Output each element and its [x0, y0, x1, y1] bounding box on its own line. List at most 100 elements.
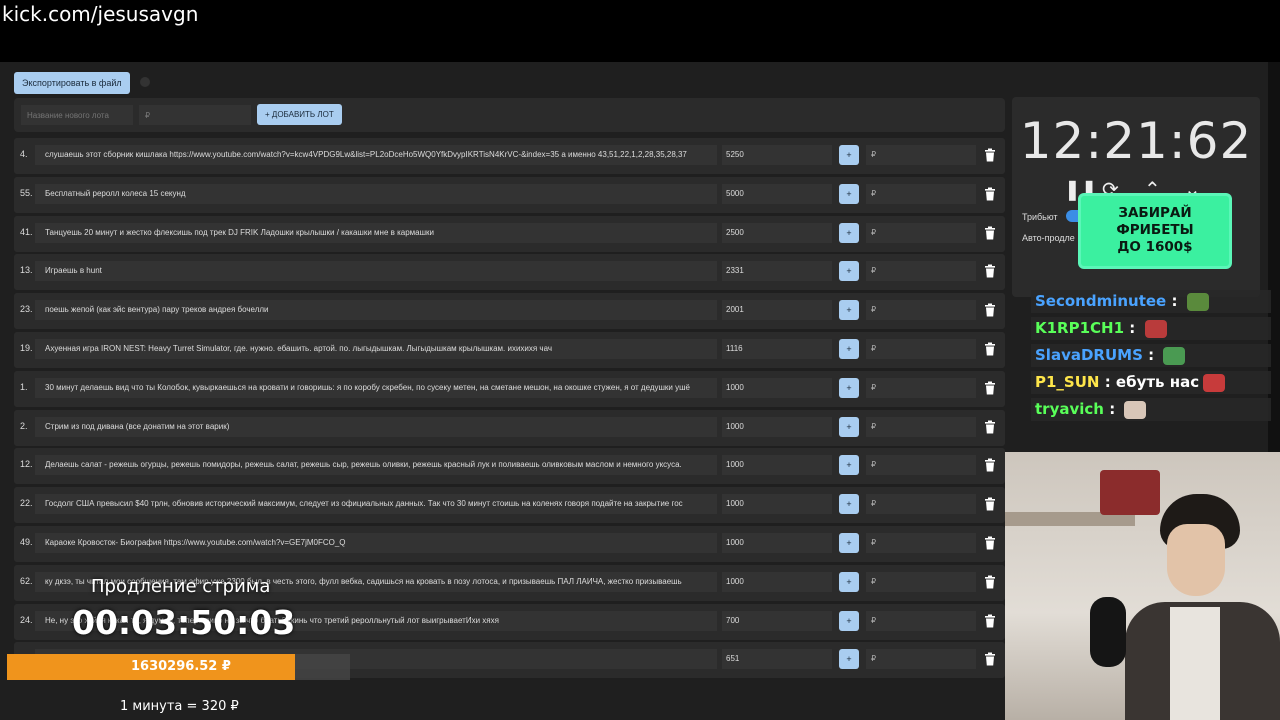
chat-message: SlavaDRUMS :	[1031, 344, 1271, 367]
lot-title-field[interactable]: поешь жепой (как эйс вентура) пару треко…	[35, 300, 717, 321]
trash-icon[interactable]	[984, 148, 996, 162]
add-lot-button[interactable]: + ДОБАВИТЬ ЛОТ	[257, 104, 342, 125]
lot-amount-field[interactable]: 2001	[722, 300, 832, 321]
chat-colon: :	[1099, 373, 1116, 391]
new-lot-price-input[interactable]	[139, 105, 251, 125]
chat-colon: :	[1142, 346, 1160, 364]
lot-row: 23. поешь жепой (как эйс вентура) пару тр…	[14, 293, 1005, 330]
lot-add-amount-button[interactable]: +	[839, 416, 859, 437]
trash-icon[interactable]	[984, 652, 996, 666]
lot-title-field[interactable]: Танцуешь 20 минут и жестко флексишь под …	[35, 222, 717, 243]
trash-icon[interactable]	[984, 575, 996, 589]
lot-donation-input[interactable]: ₽	[866, 377, 976, 398]
lot-amount-field[interactable]: 700	[722, 610, 832, 631]
lot-title-field[interactable]: Играешь в hunt	[35, 261, 717, 282]
lot-add-amount-button[interactable]: +	[839, 261, 859, 282]
lot-add-amount-button[interactable]: +	[839, 338, 859, 359]
donation-total: 1630296.52 ₽	[131, 659, 231, 674]
lot-row: 1. 30 минут делаешь вид что ты Колобок, к…	[14, 370, 1005, 407]
lot-donation-input[interactable]: ₽	[866, 183, 976, 204]
lot-donation-input[interactable]: ₽	[866, 300, 976, 321]
lot-title-field[interactable]: Госдолг США превысил $40 трлн, обновив и…	[35, 494, 717, 515]
trash-icon[interactable]	[984, 226, 996, 240]
new-lot-name-input[interactable]	[21, 105, 133, 125]
donation-progress: 1630296.52 ₽	[7, 654, 350, 680]
lot-amount-field[interactable]: 2331	[722, 261, 832, 282]
lot-donation-input[interactable]: ₽	[866, 494, 976, 515]
lot-row: 41. Танцуешь 20 минут и жестко флексишь п…	[14, 215, 1005, 252]
lot-donation-input[interactable]: ₽	[866, 338, 976, 359]
trash-icon[interactable]	[984, 264, 996, 278]
trash-icon[interactable]	[984, 614, 996, 628]
lot-add-amount-button[interactable]: +	[839, 455, 859, 476]
lot-row: 55. Бесплатный реролл колеса 15 секунд 500…	[14, 176, 1005, 213]
lot-title-field[interactable]: слушаешь этот сборник кишлака https://ww…	[35, 145, 717, 165]
trash-icon[interactable]	[984, 187, 996, 201]
lot-amount-field[interactable]: 1000	[722, 532, 832, 553]
lot-add-amount-button[interactable]: +	[839, 571, 859, 592]
chat-username[interactable]: Secondminutee	[1035, 292, 1166, 310]
autoprod-label: Авто-продле	[1022, 233, 1075, 243]
lot-amount-field[interactable]: 1000	[722, 455, 832, 476]
lot-title-field[interactable]: Делаешь салат - режешь огурцы, режешь по…	[35, 455, 717, 476]
lot-donation-input[interactable]: ₽	[866, 261, 976, 282]
lot-donation-input[interactable]: ₽	[866, 455, 976, 476]
trash-icon[interactable]	[984, 303, 996, 317]
lot-row: 19. Ахуенная игра IRON NEST: Heavy Turret…	[14, 331, 1005, 368]
lot-add-amount-button[interactable]: +	[839, 300, 859, 321]
promo-line-2: ФРИБЕТЫ	[1116, 222, 1194, 238]
lot-amount-field[interactable]: 5000	[722, 183, 832, 204]
lot-donation-input[interactable]: ₽	[866, 610, 976, 631]
lot-donation-input[interactable]: ₽	[866, 571, 976, 592]
lot-add-amount-button[interactable]: +	[839, 532, 859, 553]
trash-icon[interactable]	[984, 420, 996, 434]
chat-message: P1_SUN : ебуть нас	[1031, 371, 1271, 394]
chat-username[interactable]: P1_SUN	[1035, 373, 1099, 391]
lot-amount-field[interactable]: 5250	[722, 145, 832, 165]
emote-icon	[1186, 292, 1209, 311]
timer-display: 12:21:62	[1019, 112, 1253, 170]
trash-icon[interactable]	[984, 458, 996, 472]
export-button[interactable]: Экспортировать в файл	[14, 72, 130, 94]
lot-add-amount-button[interactable]: +	[839, 649, 859, 670]
chat-username[interactable]: tryavich	[1035, 400, 1104, 418]
lot-add-amount-button[interactable]: +	[839, 494, 859, 515]
lot-title-field[interactable]: 30 минут делаешь вид что ты Колобок, кув…	[35, 377, 717, 398]
lot-title-field[interactable]: Ахуенная игра IRON NEST: Heavy Turret Si…	[35, 338, 717, 359]
lot-amount-field[interactable]: 1000	[722, 494, 832, 515]
trash-icon[interactable]	[984, 536, 996, 550]
trash-icon[interactable]	[984, 497, 996, 511]
lot-list: 4. слушаешь этот сборник кишлака https://…	[14, 138, 1005, 681]
lot-add-amount-button[interactable]: +	[839, 610, 859, 631]
lot-donation-input[interactable]: ₽	[866, 222, 976, 243]
lot-donation-input[interactable]: ₽	[866, 532, 976, 553]
lot-amount-field[interactable]: 1000	[722, 416, 832, 437]
lot-add-amount-button[interactable]: +	[839, 377, 859, 398]
lot-donation-input[interactable]: ₽	[866, 649, 976, 670]
chat-username[interactable]: SlavaDRUMS	[1035, 346, 1143, 364]
trash-icon[interactable]	[984, 381, 996, 395]
chat-text: ебуть нас	[1115, 373, 1200, 391]
lot-add-amount-button[interactable]: +	[839, 183, 859, 204]
lot-add-amount-button[interactable]: +	[839, 145, 859, 165]
lot-amount-field[interactable]: 1000	[722, 571, 832, 592]
lot-row: 13. Играешь в hunt 2331 + ₽	[14, 254, 1005, 291]
lot-title-field[interactable]: Караоке Кровосток- Биография https://www…	[35, 532, 717, 553]
promo-banner[interactable]: ЗАБИРАЙ ФРИБЕТЫ ДО 1600$	[1081, 196, 1229, 266]
chat-username[interactable]: K1RP1CH1	[1035, 319, 1124, 337]
lot-amount-field[interactable]: 1116	[722, 338, 832, 359]
lot-donation-input[interactable]: ₽	[866, 145, 976, 165]
promo-line-3: ДО 1600$	[1117, 239, 1193, 255]
extension-label: Продление стрима	[91, 576, 271, 597]
trash-icon[interactable]	[984, 342, 996, 356]
lot-title-field[interactable]: Стрим из под дивана (все донатим на этот…	[35, 416, 717, 437]
lot-amount-field[interactable]: 1000	[722, 377, 832, 398]
lot-amount-field[interactable]: 2500	[722, 222, 832, 243]
webcam-feed	[1005, 452, 1280, 720]
lot-donation-input[interactable]: ₽	[866, 416, 976, 437]
lot-add-amount-button[interactable]: +	[839, 222, 859, 243]
lot-amount-field[interactable]: 651	[722, 649, 832, 670]
lot-title-field[interactable]: Бесплатный реролл колеса 15 секунд	[35, 183, 717, 204]
promo-text: ЗАБИРАЙ ФРИБЕТЫ ДО 1600$	[1081, 205, 1229, 256]
emote-icon	[1144, 319, 1167, 338]
